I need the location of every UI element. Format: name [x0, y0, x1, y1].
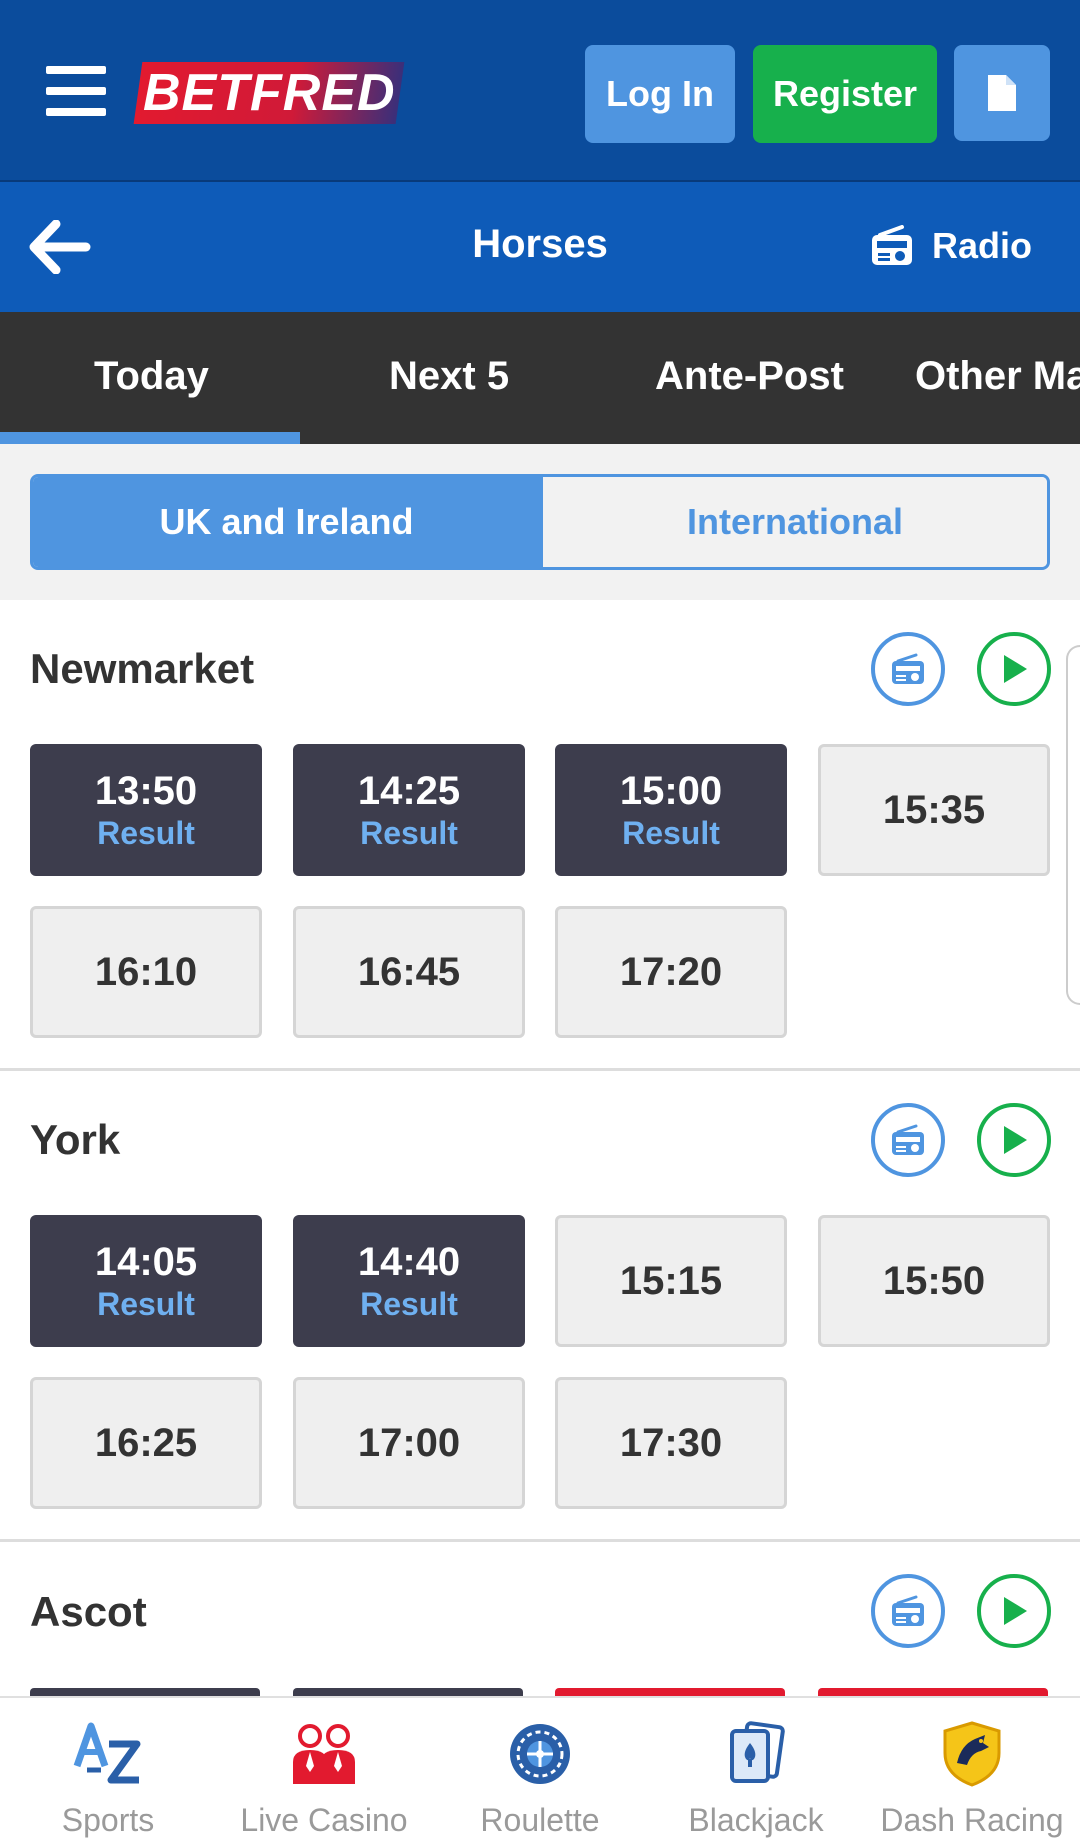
race-time: 17:00 [357, 1420, 461, 1465]
race-tile[interactable]: 14:05 Result [30, 1215, 262, 1347]
race-time: 17:20 [619, 949, 723, 994]
meeting-radio-button[interactable] [871, 1103, 945, 1177]
race-time: 16:10 [94, 949, 198, 994]
betslip-button[interactable] [954, 45, 1050, 141]
race-time: 13:50 [94, 769, 198, 813]
radio-button[interactable]: Radio [870, 216, 1032, 276]
tab-next-5[interactable]: Next 5 [389, 312, 509, 444]
sub-header: Horses Radio [0, 182, 1080, 312]
race-tile[interactable]: 13:50 Result [30, 744, 262, 876]
login-button[interactable]: Log In [585, 45, 735, 143]
play-icon [1004, 1126, 1027, 1154]
race-time: 16:45 [357, 949, 461, 994]
race-tile-peek [30, 1688, 260, 1696]
betfred-logo[interactable]: BETFRED [133, 62, 405, 124]
race-result-label: Result [622, 815, 720, 851]
race-tile[interactable]: 14:25 Result [293, 744, 525, 876]
race-time: 17:30 [619, 1420, 723, 1465]
race-tile[interactable]: 16:45 [293, 906, 525, 1038]
race-time: 14:25 [357, 769, 461, 813]
race-tile[interactable]: 17:00 [293, 1377, 525, 1509]
meeting-radio-button[interactable] [871, 1574, 945, 1648]
radio-icon [892, 653, 924, 684]
race-tile[interactable]: 15:35 [818, 744, 1050, 876]
meeting-newmarket: Newmarket 13:50 Result 14:25 Result 15:0… [0, 600, 1080, 1070]
race-result-label: Result [360, 1286, 458, 1322]
race-time: 16:25 [94, 1420, 198, 1465]
meeting-ascot: Ascot [0, 1542, 1080, 1696]
meeting-york: York 14:05 Result 14:40 Result 15:15 15:… [0, 1071, 1080, 1541]
meeting-radio-button[interactable] [871, 632, 945, 706]
nav-live-casino[interactable]: Live Casino [216, 1698, 432, 1848]
meeting-stream-button[interactable] [977, 632, 1051, 706]
play-icon [1004, 655, 1027, 683]
race-tile-peek [293, 1688, 523, 1696]
race-result-label: Result [97, 815, 195, 851]
race-time: 15:15 [619, 1258, 723, 1303]
race-time: 14:40 [357, 1240, 461, 1284]
nav-roulette[interactable]: Roulette [432, 1698, 648, 1848]
race-tile[interactable]: 15:50 [818, 1215, 1050, 1347]
nav-blackjack[interactable]: Blackjack [648, 1698, 864, 1848]
meeting-name: Ascot [30, 1588, 147, 1635]
radio-icon [872, 225, 912, 265]
region-international[interactable]: International [540, 477, 1047, 567]
radio-icon [892, 1124, 924, 1155]
scroll-handle[interactable] [1066, 645, 1080, 1005]
radio-icon [892, 1595, 924, 1626]
meeting-name: Newmarket [30, 645, 255, 692]
race-time: 15:50 [882, 1258, 986, 1303]
bottom-navigation: Sports Live Casino Roulette Blackjack Da… [0, 1696, 1080, 1848]
race-tile-peek [555, 1688, 785, 1696]
register-button[interactable]: Register [753, 45, 937, 143]
date-tabs: Today Next 5 Ante-Post Other Ma [0, 312, 1080, 444]
horse-shield-icon [934, 1718, 1010, 1790]
race-tile[interactable]: 14:40 Result [293, 1215, 525, 1347]
race-time: 14:05 [94, 1240, 198, 1284]
meeting-stream-button[interactable] [977, 1574, 1051, 1648]
nav-label: Roulette [480, 1802, 600, 1838]
az-icon [70, 1718, 146, 1790]
dealers-icon [286, 1718, 362, 1790]
roulette-icon [502, 1718, 578, 1790]
logo-text: BETFRED [142, 64, 396, 122]
document-icon [988, 75, 1016, 111]
play-icon [1004, 1597, 1027, 1625]
region-filter-area: UK and Ireland International [0, 444, 1080, 600]
meeting-name: York [30, 1116, 121, 1163]
active-tab-indicator [0, 432, 300, 444]
race-time: 15:35 [882, 787, 986, 832]
tab-other-markets[interactable]: Other Ma [915, 312, 1080, 444]
tab-today[interactable]: Today [94, 312, 209, 444]
region-toggle: UK and Ireland International [30, 474, 1050, 570]
race-tile[interactable]: 16:10 [30, 906, 262, 1038]
nav-label: Dash Racing [880, 1802, 1064, 1838]
race-tile[interactable]: 16:25 [30, 1377, 262, 1509]
nav-label: Sports [61, 1802, 155, 1838]
race-tile[interactable]: 17:30 [555, 1377, 787, 1509]
tab-ante-post[interactable]: Ante-Post [655, 312, 844, 444]
race-tile[interactable]: 15:00 Result [555, 744, 787, 876]
menu-icon[interactable] [46, 66, 106, 116]
radio-label: Radio [932, 225, 1033, 266]
top-header: BETFRED Log In Register [0, 0, 1080, 182]
nav-label: Live Casino [240, 1802, 408, 1838]
race-result-label: Result [97, 1286, 195, 1322]
race-time: 15:00 [619, 769, 723, 813]
cards-icon [718, 1718, 794, 1790]
meeting-stream-button[interactable] [977, 1103, 1051, 1177]
region-uk-ireland[interactable]: UK and Ireland [33, 477, 540, 567]
nav-dash-racing[interactable]: Dash Racing [864, 1698, 1080, 1848]
race-tile[interactable]: 17:20 [555, 906, 787, 1038]
nav-label: Blackjack [688, 1802, 824, 1838]
nav-sports[interactable]: Sports [0, 1698, 216, 1848]
race-tile[interactable]: 15:15 [555, 1215, 787, 1347]
race-tile-peek [818, 1688, 1048, 1696]
race-result-label: Result [360, 815, 458, 851]
